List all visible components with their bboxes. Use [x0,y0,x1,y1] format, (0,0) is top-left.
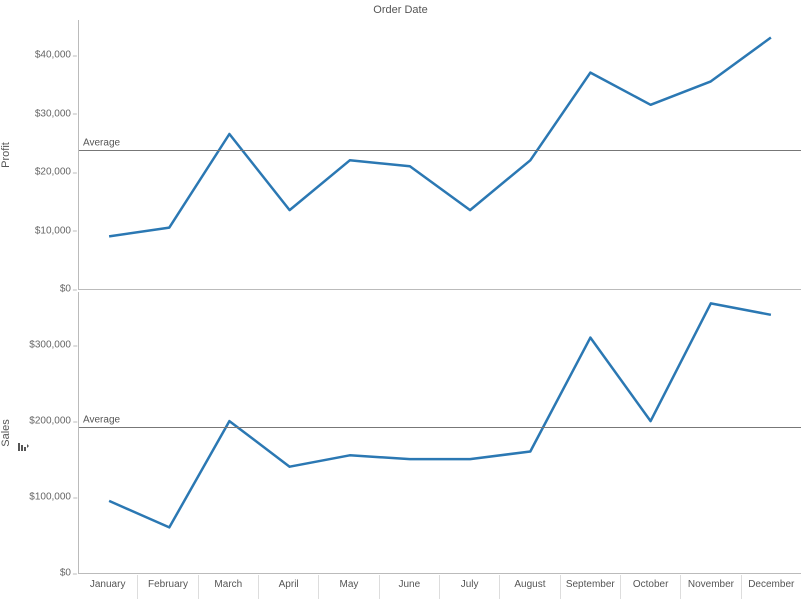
x-tick[interactable]: October [620,575,680,599]
y-tick: $30,000 [35,108,71,119]
y-tick: $200,000 [29,416,71,427]
chart-title: Order Date [0,4,801,16]
average-reference-label: Average [83,415,120,426]
y-tick: $10,000 [35,225,71,236]
x-axis: JanuaryFebruaryMarchAprilMayJuneJulyAugu… [78,575,801,599]
average-reference-label: Average [83,138,120,149]
y-tick: $40,000 [35,50,71,61]
y-tick: $300,000 [29,340,71,351]
x-tick[interactable]: November [680,575,740,599]
chart-container: Order Date Profit $0$10,000$20,000$30,00… [0,0,801,599]
x-tick[interactable]: April [258,575,318,599]
profit-axis-label: Profit [0,142,12,168]
profit-panel: Profit $0$10,000$20,000$30,000$40,000Ave… [0,20,801,290]
y-tick: $20,000 [35,167,71,178]
sales-plot-area[interactable]: $0$100,000$200,000$300,000Average [78,292,801,574]
profit-line [79,20,801,289]
sort-icon[interactable] [18,441,30,453]
average-reference-line [79,427,801,428]
y-tick: $0 [60,568,71,579]
x-tick[interactable]: May [318,575,378,599]
x-tick[interactable]: January [78,575,137,599]
profit-plot-area[interactable]: $0$10,000$20,000$30,000$40,000Average [78,20,801,290]
x-tick[interactable]: February [137,575,197,599]
average-reference-line [79,150,801,151]
sales-panel: Sales $0$100,000$200,000$300,000Average [0,292,801,574]
x-tick[interactable]: August [499,575,559,599]
sales-axis-label: Sales [0,419,12,447]
sales-line [79,292,801,573]
x-tick[interactable]: September [560,575,620,599]
x-tick[interactable]: July [439,575,499,599]
x-tick[interactable]: March [198,575,258,599]
x-tick[interactable]: June [379,575,439,599]
y-tick: $100,000 [29,492,71,503]
x-tick[interactable]: December [741,575,801,599]
